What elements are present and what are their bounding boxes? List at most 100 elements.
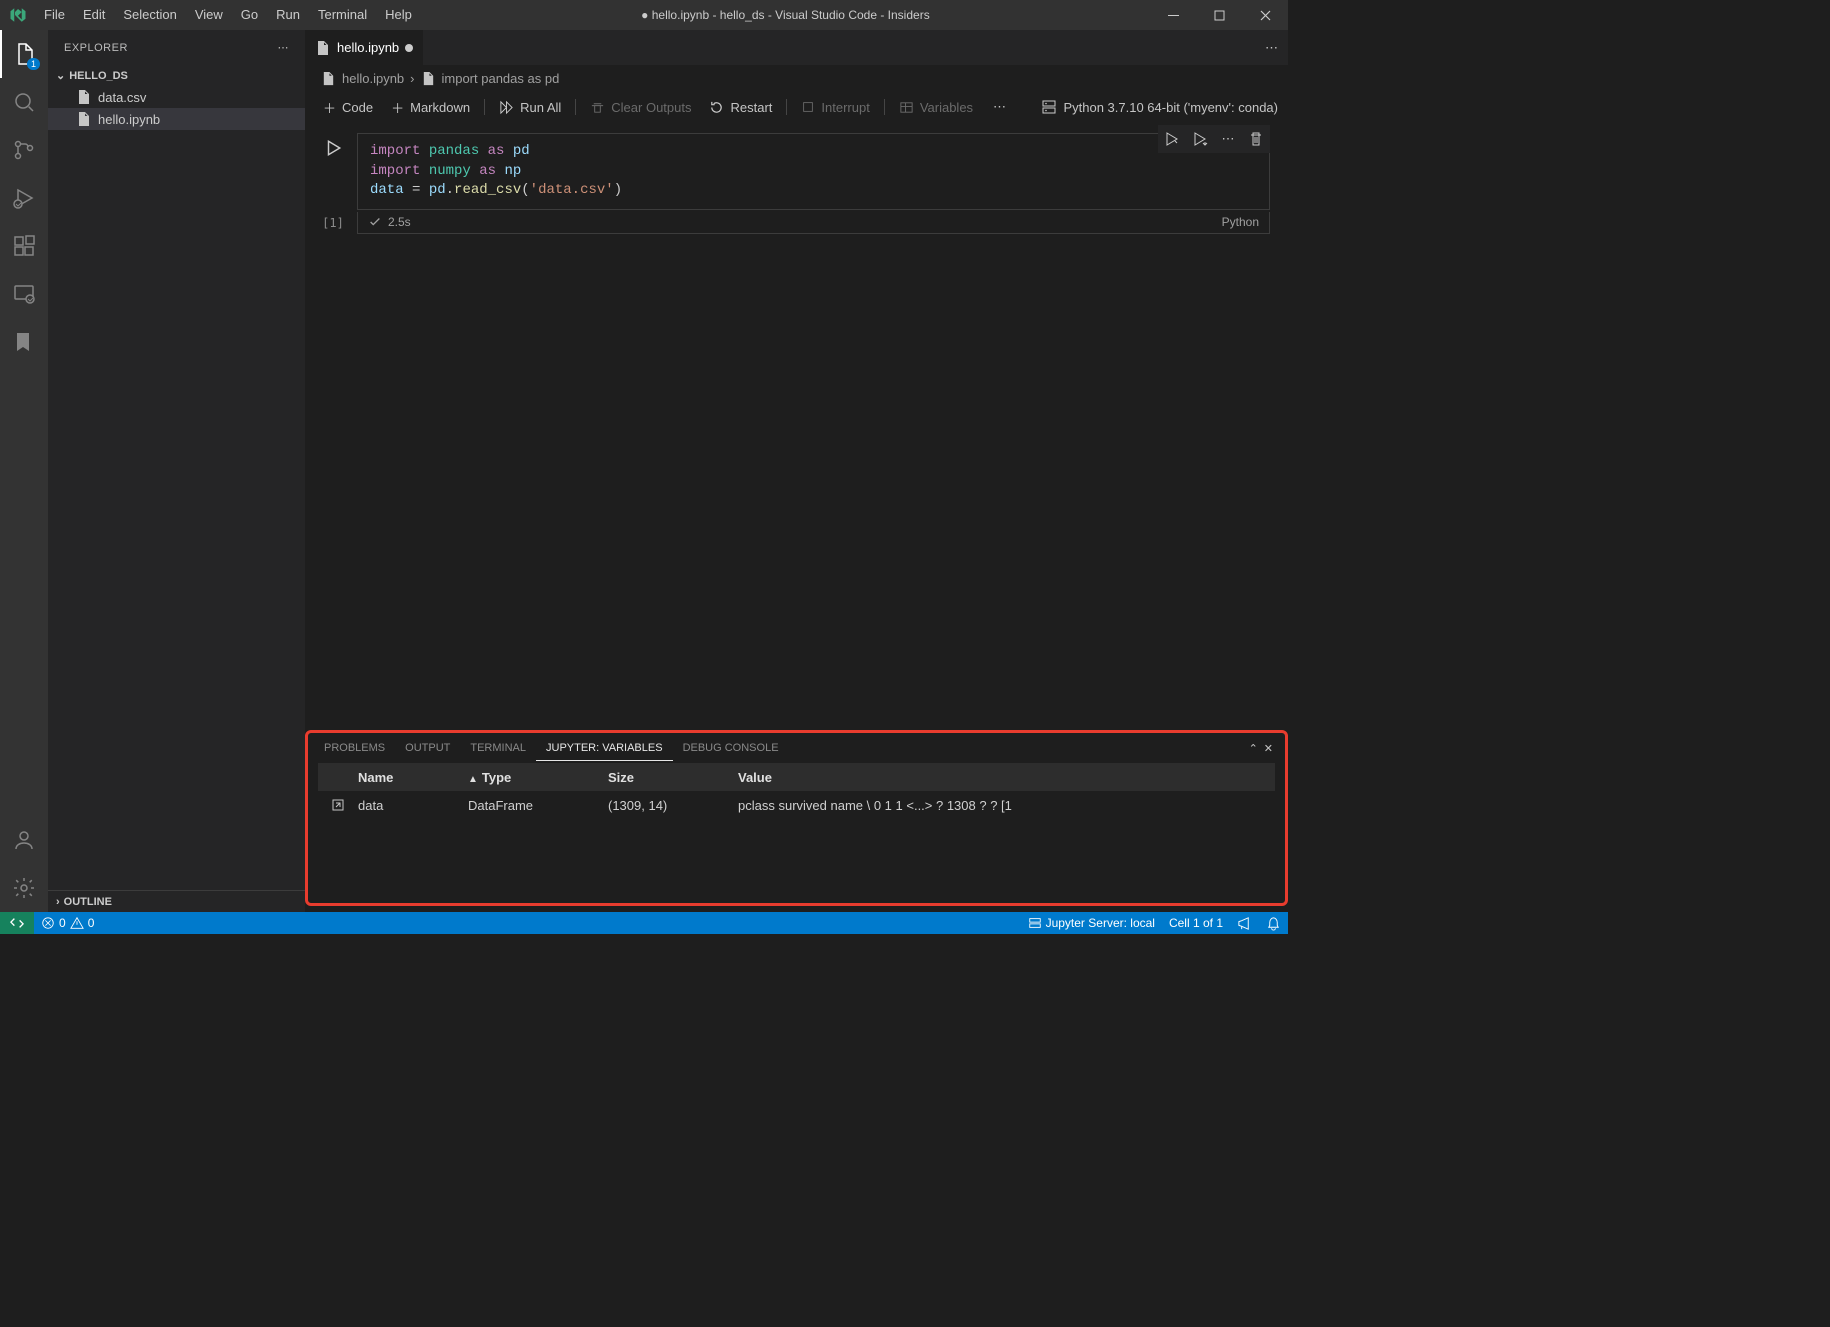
sidebar-title: EXPLORER	[64, 42, 128, 54]
more-icon[interactable]: ⋯	[1265, 40, 1278, 56]
code-editor[interactable]: import pandas as pd import numpy as np d…	[357, 133, 1270, 210]
menu-go[interactable]: Go	[232, 0, 267, 30]
open-variable-icon[interactable]	[318, 797, 358, 813]
tab-jupyter-variables[interactable]: JUPYTER: VARIABLES	[536, 736, 673, 761]
menu-edit[interactable]: Edit	[74, 0, 114, 30]
source-control-icon[interactable]	[0, 126, 48, 174]
remote-button[interactable]	[0, 912, 34, 934]
header-value[interactable]: Value	[738, 770, 1275, 785]
close-button[interactable]	[1242, 0, 1288, 30]
run-cell-icon[interactable]	[324, 139, 342, 157]
cell-status-bar: 2.5s Python	[357, 212, 1270, 234]
menu-terminal[interactable]: Terminal	[309, 0, 376, 30]
exec-count: [1]	[317, 216, 349, 230]
server-icon	[1028, 916, 1042, 930]
chevron-right-icon: ›	[410, 71, 414, 86]
maximize-button[interactable]	[1196, 0, 1242, 30]
panel-close-icon[interactable]: ✕	[1264, 742, 1273, 755]
tab-terminal[interactable]: TERMINAL	[460, 736, 536, 760]
file-icon	[315, 40, 331, 56]
warnings-count: 0	[88, 916, 95, 930]
bookmark-icon[interactable]	[0, 318, 48, 366]
explorer-badge: 1	[27, 58, 40, 70]
tab-output[interactable]: OUTPUT	[395, 736, 460, 760]
file-item-data-csv[interactable]: data.csv	[48, 86, 305, 108]
toolbar-more-button[interactable]: ⋯	[985, 96, 1014, 118]
delete-cell-button[interactable]	[1244, 127, 1268, 151]
panel-collapse-icon[interactable]: ⌃	[1249, 742, 1258, 755]
menu-view[interactable]: View	[186, 0, 232, 30]
menu-file[interactable]: File	[35, 0, 74, 30]
header-type[interactable]: ▲Type	[468, 770, 608, 785]
cell-language[interactable]: Python	[1222, 215, 1259, 229]
errors-count: 0	[59, 916, 66, 930]
cell-more-button[interactable]: ⋯	[1216, 127, 1240, 151]
feedback-button[interactable]	[1230, 912, 1259, 934]
variables-icon	[899, 100, 914, 115]
variable-row[interactable]: data DataFrame (1309, 14) pclass survive…	[318, 791, 1275, 819]
megaphone-icon	[1237, 916, 1252, 931]
tab-actions: ⋯	[1255, 30, 1288, 65]
dirty-indicator-icon	[405, 44, 413, 52]
remote-explorer-icon[interactable]	[0, 270, 48, 318]
breadcrumb-symbol[interactable]: import pandas as pd	[442, 71, 560, 86]
add-code-button[interactable]: ＋Code	[315, 95, 381, 120]
run-debug-icon[interactable]	[0, 174, 48, 222]
outline-section[interactable]: › OUTLINE	[48, 890, 305, 912]
breadcrumb-file[interactable]: hello.ipynb	[342, 71, 404, 86]
plus-icon: ＋	[323, 98, 336, 117]
run-all-button[interactable]: Run All	[491, 97, 569, 118]
extensions-icon[interactable]	[0, 222, 48, 270]
app-logo	[0, 6, 35, 24]
notebook-toolbar: ＋Code ＋Markdown Run All Clear Outputs Re…	[305, 91, 1288, 123]
cell-position[interactable]: Cell 1 of 1	[1162, 912, 1230, 934]
menu-help[interactable]: Help	[376, 0, 421, 30]
sort-asc-icon: ▲	[468, 774, 478, 785]
cell-status-row: [1] 2.5s Python	[317, 212, 1270, 234]
error-icon	[41, 916, 55, 930]
folder-name: HELLO_DS	[69, 70, 128, 82]
clear-outputs-button[interactable]: Clear Outputs	[582, 97, 699, 118]
sidebar-more-icon[interactable]: ⋯	[278, 41, 290, 54]
explorer-icon[interactable]: 1	[0, 30, 48, 78]
menu-run[interactable]: Run	[267, 0, 309, 30]
activity-bar: 1	[0, 30, 48, 912]
header-size[interactable]: Size	[608, 770, 738, 785]
file-icon	[421, 71, 436, 86]
add-markdown-button[interactable]: ＋Markdown	[383, 95, 478, 120]
bell-icon	[1266, 916, 1281, 931]
tab-problems[interactable]: PROBLEMS	[314, 736, 395, 760]
notifications-button[interactable]	[1259, 912, 1288, 934]
cell-gutter	[317, 133, 349, 210]
menu-bar: File Edit Selection View Go Run Terminal…	[35, 0, 421, 30]
tab-hello-ipynb[interactable]: hello.ipynb	[305, 30, 424, 65]
clear-outputs-label: Clear Outputs	[611, 100, 691, 115]
run-all-label: Run All	[520, 100, 561, 115]
accounts-icon[interactable]	[0, 816, 48, 864]
minimize-button[interactable]	[1150, 0, 1196, 30]
search-icon[interactable]	[0, 78, 48, 126]
variables-button[interactable]: Variables	[891, 97, 981, 118]
restart-button[interactable]: Restart	[701, 97, 780, 118]
file-icon	[321, 71, 336, 86]
var-value: pclass survived name \ 0 1 1 <...> ? 130…	[738, 798, 1275, 813]
sidebar: EXPLORER ⋯ ⌄ HELLO_DS data.csv hello.ipy…	[48, 30, 305, 912]
header-name[interactable]: Name	[358, 770, 468, 785]
errors-button[interactable]: 0 0	[34, 912, 101, 934]
notebook-body[interactable]: ⋯ import pandas as pd import numpy as np…	[305, 123, 1288, 730]
variables-table: Name ▲Type Size Value data DataFrame (13…	[308, 763, 1285, 819]
jupyter-server-button[interactable]: Jupyter Server: local	[1021, 912, 1162, 934]
run-below-button[interactable]	[1188, 127, 1212, 151]
settings-icon[interactable]	[0, 864, 48, 912]
server-icon	[1041, 99, 1057, 115]
file-item-hello-ipynb[interactable]: hello.ipynb	[48, 108, 305, 130]
interrupt-button[interactable]: Interrupt	[793, 97, 877, 118]
breadcrumb[interactable]: hello.ipynb › import pandas as pd	[305, 65, 1288, 91]
kernel-selector[interactable]: Python 3.7.10 64-bit ('myenv': conda)	[1041, 99, 1278, 115]
tab-bar: hello.ipynb ⋯	[305, 30, 1288, 65]
folder-header[interactable]: ⌄ HELLO_DS	[48, 65, 305, 86]
run-cell-button[interactable]	[1160, 127, 1184, 151]
tab-debug-console[interactable]: DEBUG CONSOLE	[673, 736, 789, 760]
menu-selection[interactable]: Selection	[114, 0, 185, 30]
tab-label: hello.ipynb	[337, 40, 399, 55]
